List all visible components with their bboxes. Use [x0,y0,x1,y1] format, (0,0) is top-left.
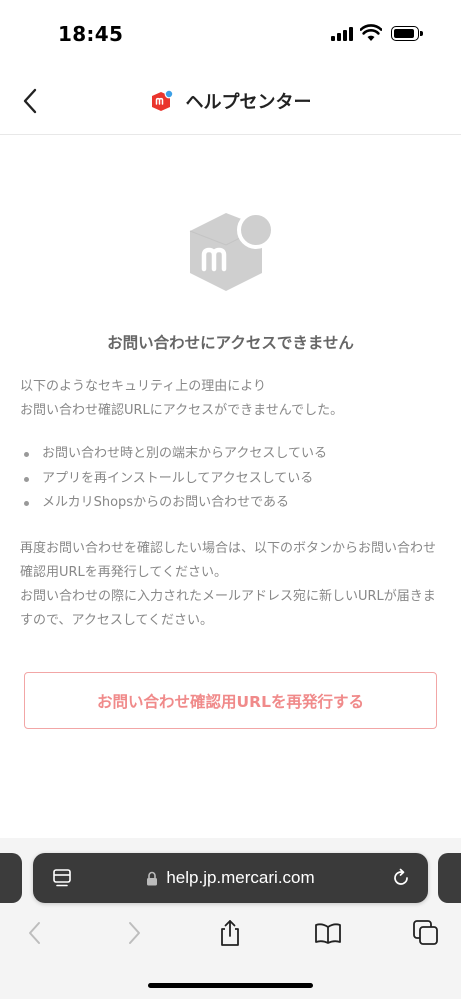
mercari-logo-icon [151,89,173,111]
nav-title-group: ヘルプセンター [0,88,461,114]
home-indicator [148,983,313,988]
error-title: お問い合わせにアクセスできません [107,334,354,352]
page-title: ヘルプセンター [185,92,312,113]
cellular-signal-icon [331,27,353,41]
tabs-icon[interactable] [411,918,441,948]
browser-toolbar [0,918,461,950]
share-icon[interactable] [215,918,245,948]
reload-icon[interactable] [390,867,412,889]
list-item: アプリを再インストールしてアクセスしている [20,467,327,492]
next-tab-peek[interactable] [438,853,461,903]
nav-header: ヘルプセンター [0,68,461,135]
previous-tab-peek[interactable] [0,853,22,903]
intro-line: お問い合わせ確認URLにアクセスができませんでした。 [20,403,344,418]
intro-text: 以下のようなセキュリティ上の理由により お問い合わせ確認URLにアクセスができま… [20,375,444,423]
list-item: メルカリShopsからのお問い合わせである [20,491,327,516]
intro-line: 以下のようなセキュリティ上の理由により [20,379,266,394]
browser-bottom-bar: help.jp.mercari.com [0,838,461,999]
address-bar[interactable]: help.jp.mercari.com [33,853,428,903]
status-time: 18:45 [58,22,124,46]
reissue-url-button[interactable]: お問い合わせ確認用URLを再発行する [24,672,437,729]
list-item: お問い合わせ時と別の端末からアクセスしている [20,442,327,467]
note-paragraph: お問い合わせの際に入力されたメールアドレス宛に新しいURLが届きますので、アクセ… [20,589,436,628]
lock-icon [147,871,158,885]
reason-list: お問い合わせ時と別の端末からアクセスしている アプリを再インストールしてアクセス… [20,442,327,516]
url-display[interactable]: help.jp.mercari.com [33,853,428,903]
mercari-box-icon [189,211,275,291]
status-bar: 18:45 [0,0,461,68]
note-paragraph: 再度お問い合わせを確認したい場合は、以下のボタンからお問い合わせ確認用URLを再… [20,541,437,580]
battery-icon [391,26,423,41]
chevron-left-icon[interactable] [20,918,50,948]
chevron-right-icon[interactable] [119,918,149,948]
book-icon[interactable] [313,918,343,948]
wifi-icon [360,24,382,41]
url-text[interactable]: help.jp.mercari.com [166,868,314,888]
note-text: 再度お問い合わせを確認したい場合は、以下のボタンからお問い合わせ確認用URLを再… [20,537,444,633]
